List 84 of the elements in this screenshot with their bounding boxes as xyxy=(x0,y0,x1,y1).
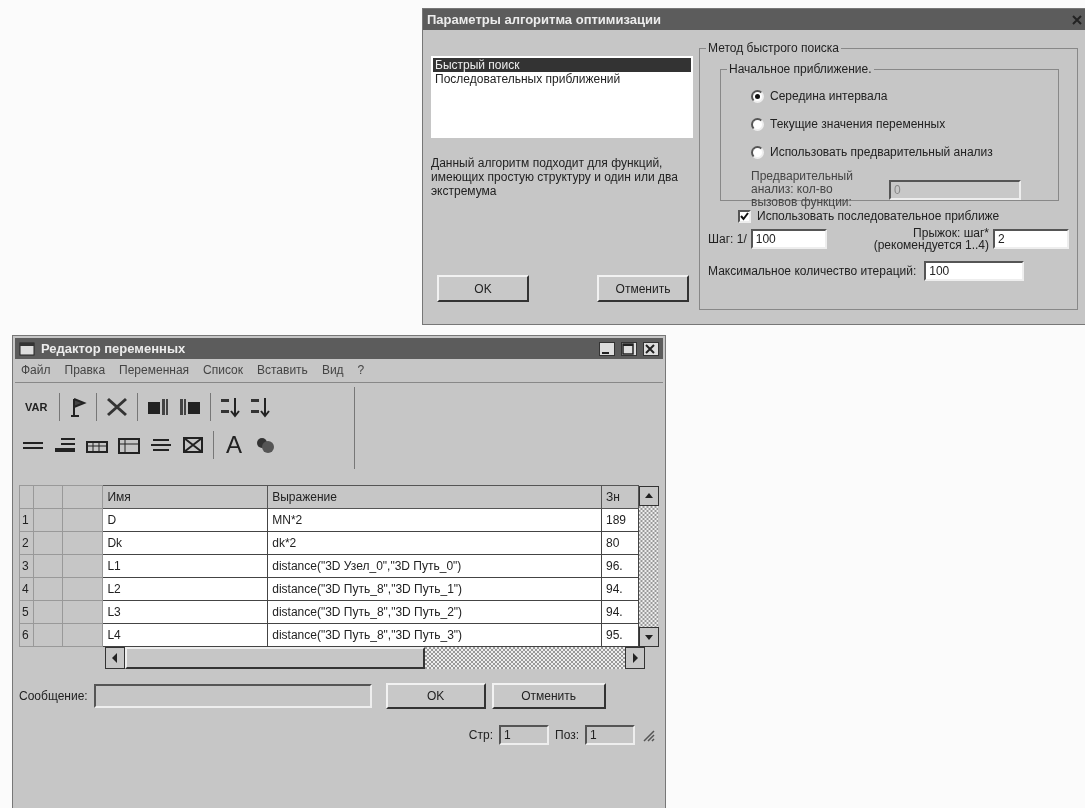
menu-item[interactable]: Правка xyxy=(64,363,106,378)
minimize-icon[interactable] xyxy=(599,341,615,356)
table-cell: distance("3D Путь_8","3D Путь_2") xyxy=(267,600,602,624)
radio-label: Текущие значения переменных xyxy=(770,117,946,131)
table-cell: L4 xyxy=(102,623,268,647)
window-title: Параметры алгоритма оптимизации xyxy=(427,12,662,27)
table-cell: L1 xyxy=(102,554,268,578)
ok-button[interactable]: OK xyxy=(437,275,529,302)
cross-icon[interactable] xyxy=(105,396,130,418)
radio-button[interactable] xyxy=(751,89,764,103)
row-number: 1 xyxy=(19,508,34,532)
column-header[interactable]: Зн xyxy=(601,485,639,509)
font-button[interactable]: A xyxy=(222,433,246,457)
maximize-icon[interactable] xyxy=(621,341,637,356)
field-label: Максимальное количество итераций: xyxy=(708,264,917,278)
hint-text: (рекомендуется 1..4) xyxy=(873,239,989,251)
scroll-left-icon[interactable] xyxy=(105,647,125,669)
radio-button[interactable] xyxy=(751,145,764,159)
jump-field[interactable]: 2 xyxy=(993,229,1069,249)
window-title: Редактор переменных xyxy=(41,341,187,356)
table-cell: distance("3D Путь_8","3D Путь_3") xyxy=(267,623,602,647)
checkbox[interactable] xyxy=(738,209,751,223)
row-number: 6 xyxy=(19,623,34,647)
description-text: Данный алгоритм подходит для функций, имеющих простую структуру и один или два экстремума xyxy=(431,156,679,198)
count-field: 0 xyxy=(889,179,1021,200)
field-label: Предварительный анализ: кол-во вызовов функции: xyxy=(751,170,854,209)
radio-button[interactable] xyxy=(751,117,764,131)
field-label: Прыжок: шаг* xyxy=(913,227,989,239)
resize-grip-icon[interactable] xyxy=(641,728,655,742)
position-field: 1 xyxy=(585,725,635,745)
cancel-button[interactable]: Отменить xyxy=(597,275,689,302)
list-item[interactable]: Быстрый поиск xyxy=(433,58,691,72)
table-cell: Dk xyxy=(102,531,268,555)
menu-item[interactable]: Файл xyxy=(21,363,51,378)
step-field[interactable]: 100 xyxy=(750,229,827,249)
sort-ascending-icon[interactable] xyxy=(219,396,242,418)
checkmark-icon xyxy=(740,211,749,221)
table-cell: distance("3D Узел_0","3D Путь_0") xyxy=(267,554,602,578)
list-item[interactable]: Последовательных приближений xyxy=(433,72,691,86)
header-corner xyxy=(62,485,103,509)
ok-button[interactable]: OK xyxy=(385,683,486,709)
radio-label: Середина интервала xyxy=(770,89,888,103)
table-cell: D xyxy=(102,508,268,532)
table-cell: L3 xyxy=(102,600,268,624)
column-icon[interactable] xyxy=(178,396,203,418)
row-number: 5 xyxy=(19,600,34,624)
column-icon[interactable] xyxy=(146,396,171,418)
window-icon xyxy=(19,341,35,356)
menu-item[interactable]: Вставить xyxy=(257,363,308,378)
iterations-field[interactable]: 100 xyxy=(924,261,1025,281)
sort-descending-icon[interactable] xyxy=(249,396,272,418)
delete-table-icon[interactable] xyxy=(181,434,205,456)
column-header[interactable]: Выражение xyxy=(267,485,602,509)
menu-item[interactable]: Переменная xyxy=(119,363,190,378)
menu-item[interactable]: Вид xyxy=(321,363,344,378)
var-button[interactable]: VAR xyxy=(21,397,52,417)
table-cell: MN*2 xyxy=(267,508,602,532)
horizontal-scrollbar[interactable] xyxy=(105,647,645,669)
group-title: Начальное приближение. xyxy=(727,62,874,76)
row-number: 4 xyxy=(19,577,34,601)
scroll-thumb[interactable] xyxy=(125,647,425,669)
line-field: 1 xyxy=(499,725,549,745)
table-cell: L2 xyxy=(102,577,268,601)
status-label: Стр: xyxy=(468,728,493,742)
scroll-up-icon[interactable] xyxy=(638,485,659,506)
close-icon[interactable] xyxy=(643,341,659,356)
scroll-right-icon[interactable] xyxy=(625,647,645,669)
field-label: Сообщение: xyxy=(19,689,88,703)
group-title: Метод быстрого поиска xyxy=(706,41,842,55)
menu-item[interactable]: ? xyxy=(357,363,365,378)
field-label: Шаг: 1/ xyxy=(708,232,747,246)
row-number: 3 xyxy=(19,554,34,578)
table-cell: distance("3D Путь_8","3D Путь_1") xyxy=(267,577,602,601)
row-number: 2 xyxy=(19,531,34,555)
table-cell: dk*2 xyxy=(267,531,602,555)
cancel-button[interactable]: Отменить xyxy=(491,683,606,709)
message-field[interactable] xyxy=(93,684,372,708)
menu-item[interactable]: Список xyxy=(203,363,243,378)
radio-label: Использовать предварительный анализ xyxy=(770,145,993,159)
checkbox-label: Использовать последовательное приближе xyxy=(757,209,1000,223)
status-label: Поз: xyxy=(555,728,579,742)
algorithm-list[interactable]: Быстрый поиск Последовательных приближений xyxy=(431,56,693,138)
column-header[interactable]: Имя xyxy=(102,485,268,509)
scroll-down-icon[interactable] xyxy=(638,626,659,647)
